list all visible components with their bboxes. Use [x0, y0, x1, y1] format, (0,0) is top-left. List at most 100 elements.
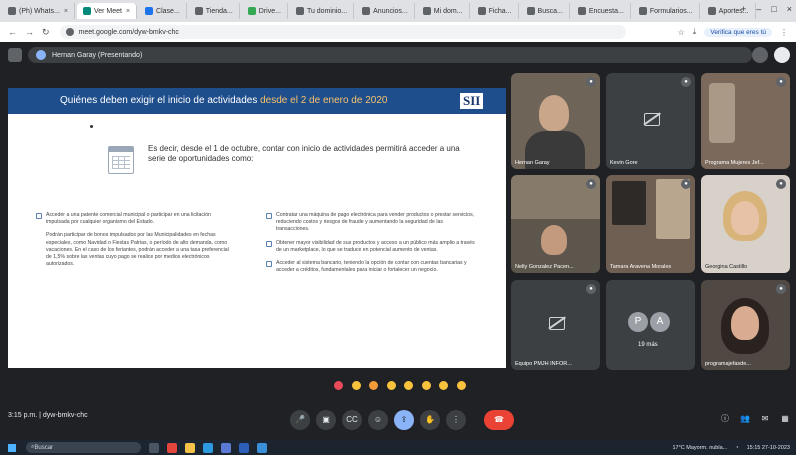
- edge-icon[interactable]: [203, 442, 213, 453]
- mic-icon: ●: [586, 179, 596, 189]
- paragraph-text: Podrán participar de bonos impulsados po…: [46, 232, 229, 268]
- avatar: A: [650, 312, 670, 332]
- windows-start-icon[interactable]: [8, 443, 16, 452]
- thumbs-up-reaction-icon[interactable]: [351, 380, 361, 390]
- present-button[interactable]: ⇪: [394, 410, 414, 430]
- mic-icon: ●: [681, 77, 691, 87]
- chrome-icon[interactable]: [167, 442, 177, 453]
- word-icon[interactable]: [239, 442, 249, 453]
- reload-icon[interactable]: ↻: [42, 27, 50, 38]
- sad-reaction-icon[interactable]: [439, 380, 449, 390]
- browser-tab[interactable]: Anuncios...: [356, 3, 415, 19]
- laugh-reaction-icon[interactable]: [404, 380, 414, 390]
- menu-kebab-icon[interactable]: ⋮: [780, 28, 788, 37]
- participant-tile[interactable]: ● Kevin Gore: [606, 73, 695, 169]
- taskbar-search-input[interactable]: ⌕ Buscar: [26, 442, 141, 453]
- tab-close-icon[interactable]: ×: [126, 8, 130, 15]
- thinking-reaction-icon[interactable]: [456, 380, 466, 390]
- surprise-reaction-icon[interactable]: [421, 380, 431, 390]
- tab-label: Busca...: [537, 7, 563, 15]
- avatar: P: [628, 312, 648, 332]
- party-reaction-icon[interactable]: [369, 380, 379, 390]
- forward-icon[interactable]: →: [25, 27, 34, 37]
- file-explorer-icon[interactable]: [185, 442, 195, 453]
- mic-icon: ●: [681, 179, 691, 189]
- browser-tab[interactable]: Ficha...: [472, 3, 519, 19]
- tab-label: Ficha...: [488, 7, 512, 15]
- minimize-icon[interactable]: –: [756, 4, 761, 14]
- browser-tab[interactable]: Busca...: [521, 3, 570, 19]
- bookmark-star-icon[interactable]: ☆: [678, 28, 685, 37]
- profile-chip[interactable]: Verifica que eres tú: [704, 27, 772, 37]
- slide-bullet: Acceder a una patente comercial municipa…: [36, 212, 236, 226]
- presentation-slide: Quiénes deben exigir el inicio de activi…: [8, 88, 506, 368]
- browser-tab[interactable]: Mi dom...: [417, 3, 470, 19]
- mail-icon[interactable]: [257, 442, 267, 453]
- captions-button[interactable]: CC: [342, 410, 362, 430]
- others-tile[interactable]: P A 19 más: [606, 280, 695, 370]
- present-icon[interactable]: [752, 47, 768, 63]
- participant-video: [539, 95, 569, 131]
- maximize-icon[interactable]: □: [771, 4, 776, 14]
- participant-tile[interactable]: ● Nelly Gonzalez Pacen...: [511, 175, 600, 273]
- tab-label: Tu dominio...: [306, 7, 348, 15]
- microphone-button[interactable]: 🎤: [290, 410, 310, 430]
- heart-reaction-icon[interactable]: [334, 380, 344, 390]
- bullet-text: Acceder a una patente comercial municipa…: [46, 212, 211, 226]
- browser-tab[interactable]: (Ph) Whats... ×: [2, 3, 75, 19]
- participant-tile[interactable]: ● Tamara Aravena Morales: [606, 175, 695, 273]
- close-window-icon[interactable]: ×: [787, 4, 792, 14]
- tab-favicon-icon: [362, 7, 371, 15]
- more-options-icon[interactable]: [774, 47, 790, 63]
- activities-icon[interactable]: ▦: [778, 412, 792, 426]
- tab-label: Anuncios...: [373, 7, 408, 15]
- browser-tab[interactable]: Drive...: [242, 3, 288, 19]
- browser-tab[interactable]: Formularios...: [633, 3, 700, 19]
- camera-off-icon: [643, 113, 660, 127]
- reactions-button[interactable]: ☺: [368, 410, 388, 430]
- tab-favicon-icon: [707, 7, 716, 15]
- tab-label: Formularios...: [649, 7, 693, 15]
- meeting-time-text: 3:15 p.m.: [8, 412, 38, 419]
- site-info-icon[interactable]: [65, 28, 74, 36]
- chat-icon[interactable]: ✉: [758, 412, 772, 426]
- clap-reaction-icon[interactable]: [386, 380, 396, 390]
- tray-clock[interactable]: 15:15 27-10-2023: [747, 445, 790, 451]
- tab-label: Drive...: [258, 7, 281, 15]
- participant-tile[interactable]: ● Programa Mujeres Jef...: [701, 73, 790, 169]
- browser-tab[interactable]: Tu dominio...: [290, 3, 355, 19]
- tab-close-icon[interactable]: ×: [64, 8, 68, 15]
- wifi-icon[interactable]: ◔: [735, 445, 738, 451]
- url-input[interactable]: meet.google.com/dyw-bmkv-chc: [59, 25, 626, 39]
- weather-text[interactable]: 17°C Mayorm. nubla...: [672, 445, 727, 451]
- raise-hand-button[interactable]: ✋: [420, 410, 440, 430]
- browser-tab[interactable]: Clase...: [139, 3, 187, 19]
- participant-tile[interactable]: ● Hernan Garay: [511, 73, 600, 169]
- task-view-icon[interactable]: [149, 442, 159, 453]
- leave-call-button[interactable]: ☎: [484, 410, 514, 430]
- participant-tile[interactable]: ● Georgina Castillo: [701, 175, 790, 273]
- participant-name: Equipo PMJH INFOR...: [515, 361, 572, 367]
- bullet-text: Contratar una máquina de pago electrónic…: [276, 212, 475, 233]
- participant-name: Hernan Garay: [515, 160, 550, 166]
- participant-tile[interactable]: ● programajefasde...: [701, 280, 790, 370]
- browser-tab-active[interactable]: Ver Meet ×: [76, 3, 138, 19]
- store-icon[interactable]: [221, 442, 231, 453]
- slide-intro: Es decir, desde el 1 de octubre, contar …: [148, 144, 460, 163]
- download-icon[interactable]: ⤓: [693, 27, 697, 37]
- people-icon[interactable]: 👥: [738, 412, 752, 426]
- layout-toggle-icon[interactable]: [8, 48, 22, 62]
- new-tab-icon[interactable]: +: [741, 4, 746, 14]
- camera-button[interactable]: ▣: [316, 410, 336, 430]
- participant-tile[interactable]: ● Equipo PMJH INFOR...: [511, 280, 600, 370]
- presenter-banner[interactable]: Hernan Garay (Presentando): [28, 47, 752, 63]
- mic-icon: ●: [586, 77, 596, 87]
- browser-tab[interactable]: Tienda...: [189, 3, 240, 19]
- back-icon[interactable]: ←: [8, 27, 17, 37]
- mic-icon: ●: [776, 179, 786, 189]
- participant-name: programajefasde...: [705, 361, 751, 367]
- tab-favicon-icon: [82, 7, 91, 15]
- browser-tab[interactable]: Encuesta...: [572, 3, 631, 19]
- more-options-button[interactable]: ⋮: [446, 410, 466, 430]
- info-icon[interactable]: ⓘ: [718, 412, 732, 426]
